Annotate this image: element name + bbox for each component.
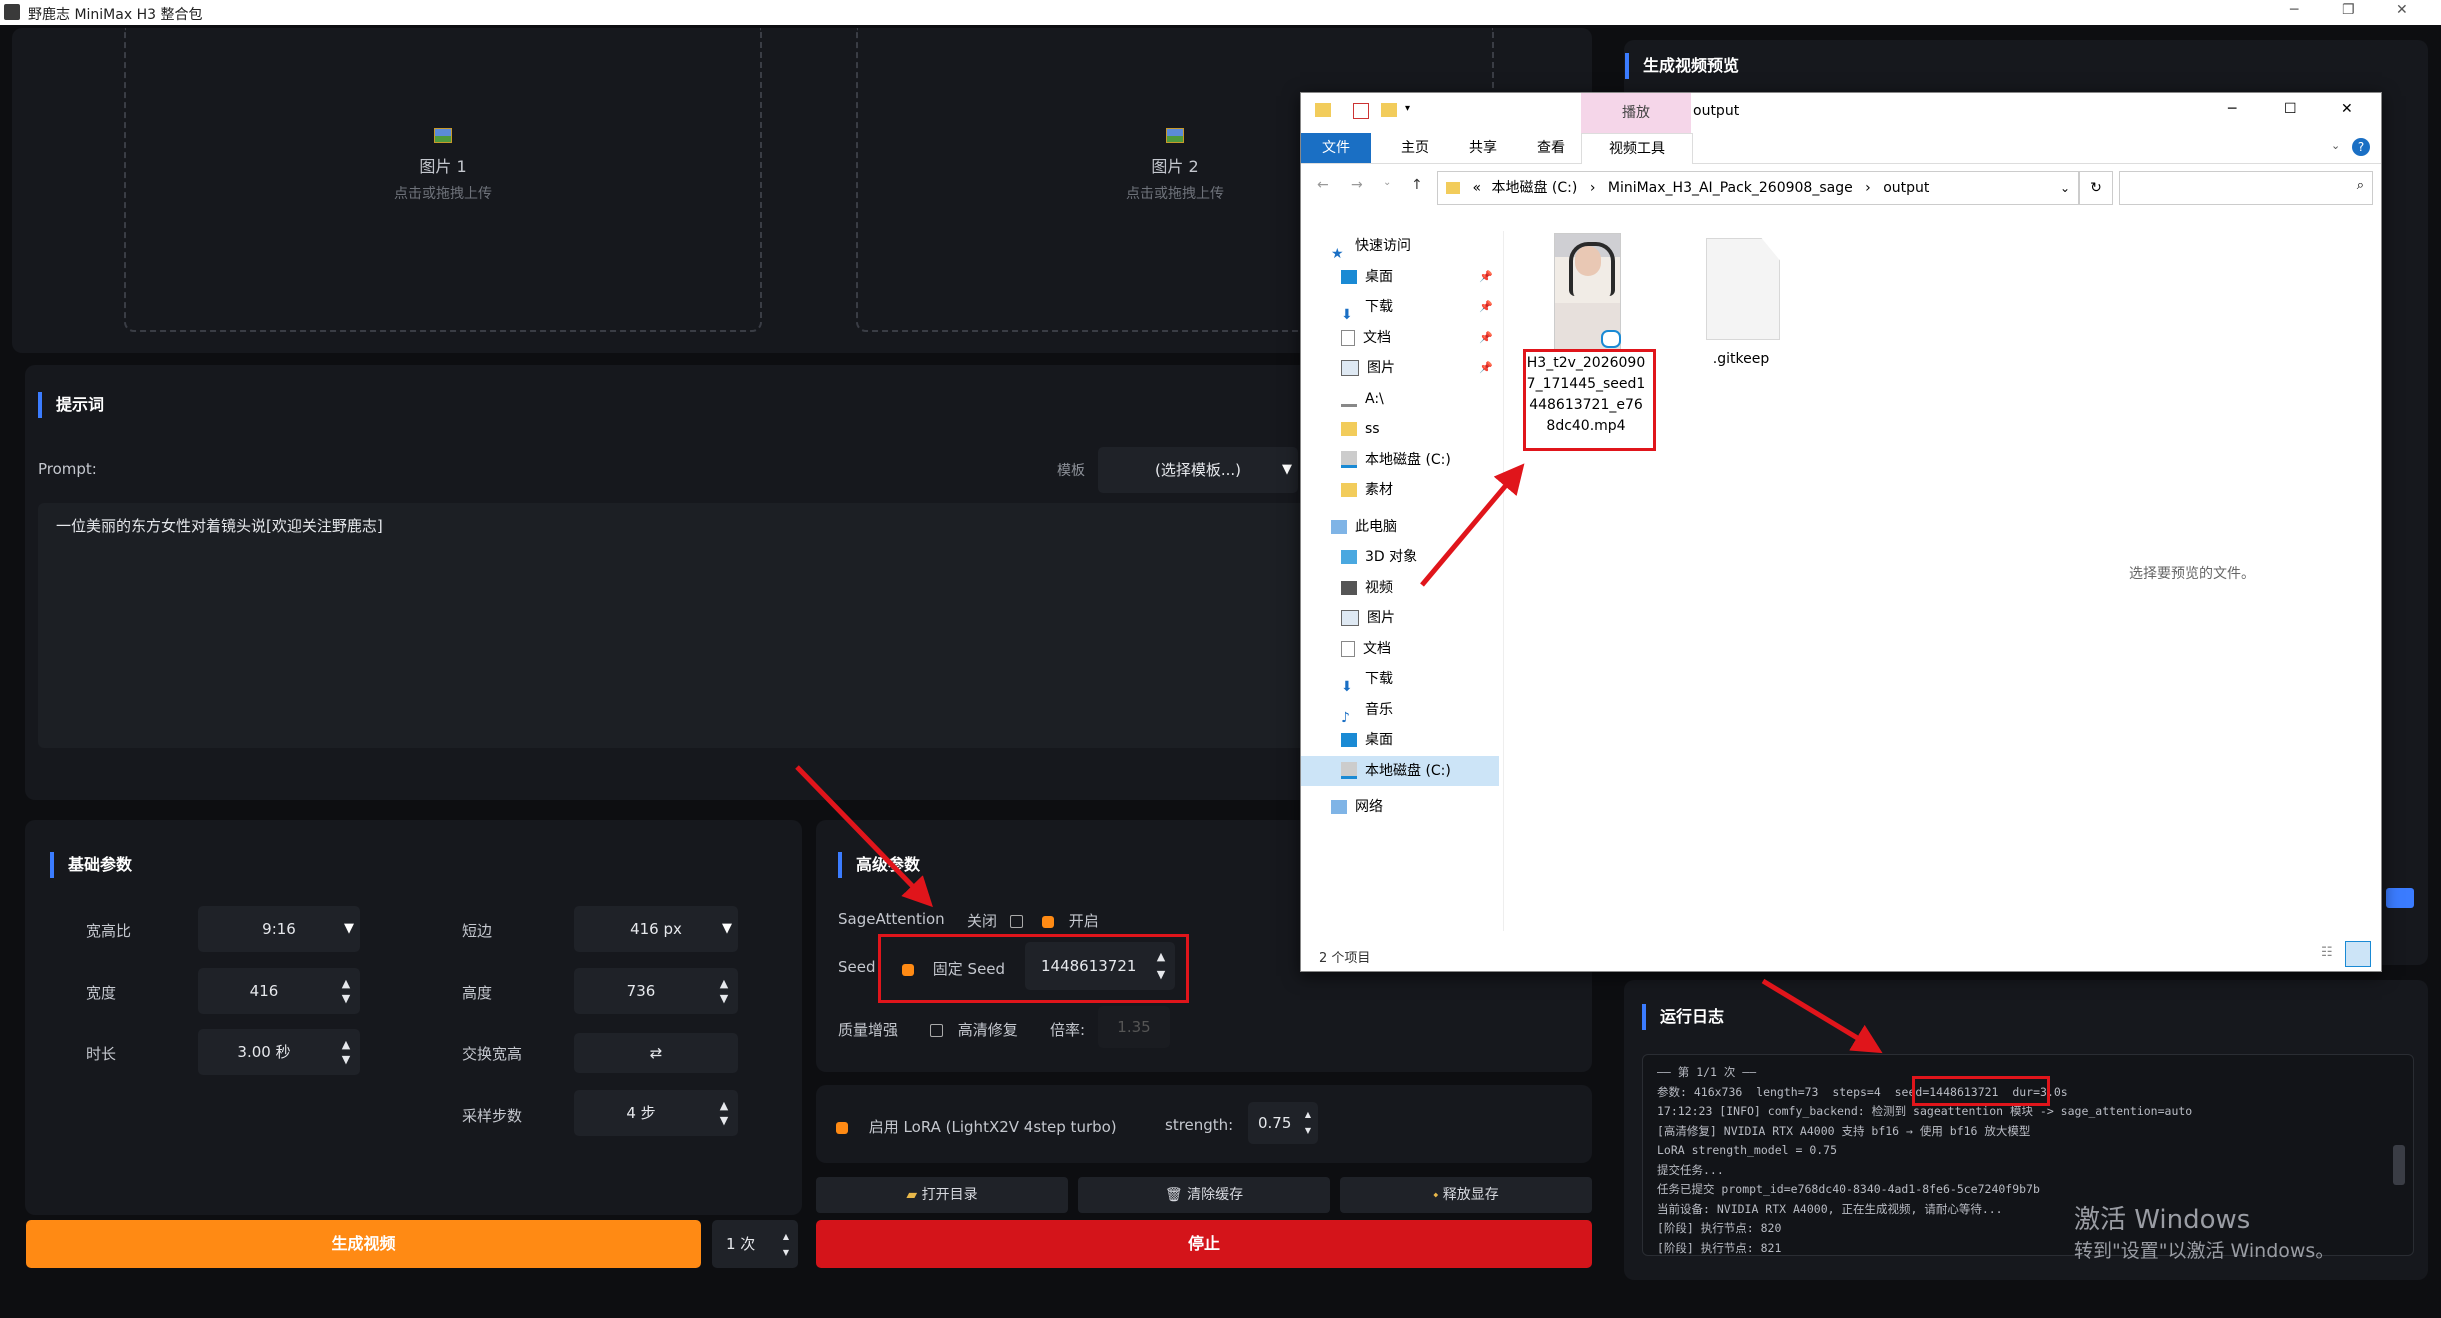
arrow-to-file — [1420, 463, 1525, 587]
annotation-arrows — [795, 463, 1883, 1054]
arrow-to-log — [1761, 978, 1883, 1054]
arrow-to-seed — [795, 765, 933, 908]
